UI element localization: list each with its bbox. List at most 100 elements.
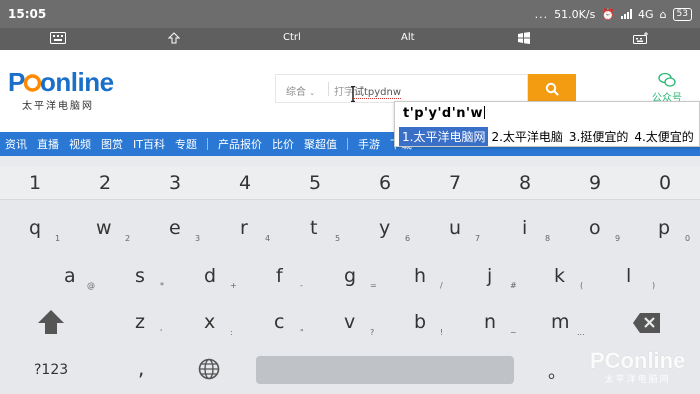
key-u[interactable]: u7 — [420, 212, 490, 248]
key-7[interactable]: 7 — [449, 172, 461, 194]
key-x[interactable]: x: — [175, 310, 245, 346]
key-6[interactable]: 6 — [379, 172, 391, 194]
key-0[interactable]: 0 — [659, 172, 671, 194]
ctrl-key[interactable]: Ctrl — [283, 32, 301, 43]
key-k[interactable]: k( — [525, 262, 595, 298]
key-l[interactable]: l) — [595, 262, 665, 298]
key-f[interactable]: f- — [245, 262, 315, 298]
nav-item[interactable]: 聚超值 — [299, 136, 342, 152]
nav-item[interactable]: 视频 — [64, 136, 96, 152]
key-y[interactable]: y6 — [350, 212, 420, 248]
key-b[interactable]: b! — [385, 310, 455, 346]
keyboard-add-icon[interactable] — [633, 32, 649, 47]
key-i[interactable]: i8 — [490, 212, 560, 248]
nav-item[interactable]: 产品报价 — [213, 136, 267, 152]
key-a[interactable]: a @ — [35, 262, 105, 298]
key-t[interactable]: t5 — [280, 212, 350, 248]
status-time: 15:05 — [8, 7, 47, 21]
search-category[interactable]: 综合 ⌄ — [286, 83, 315, 98]
ime-candidate[interactable]: 3.挺便宜的 — [566, 127, 631, 146]
nav-divider — [206, 138, 208, 150]
key-9[interactable]: 9 — [589, 172, 601, 194]
search-input[interactable]: 综合 ⌄ 打字试tpydnw — [275, 74, 528, 103]
nav-divider — [346, 138, 348, 150]
key-n[interactable]: n ~ — [455, 310, 525, 346]
watermark-subtitle: 太平洋电脑网 — [604, 375, 671, 385]
key-j[interactable]: j # — [455, 262, 525, 298]
key-toolbar: Ctrl Alt — [0, 28, 700, 50]
backspace-key[interactable] — [632, 312, 662, 334]
logo-subtitle: 太平洋电脑网 — [22, 101, 94, 112]
alarm-icon: ⏰ — [601, 7, 616, 21]
key-z[interactable]: z ' — [105, 310, 175, 346]
network-type: 4G — [638, 7, 654, 21]
ime-composition: t'p'y'd'n'w — [403, 106, 485, 121]
wifi-icon: ⌂ — [659, 7, 667, 21]
key-h[interactable]: h / — [385, 262, 455, 298]
shift-key[interactable] — [36, 308, 70, 338]
chevron-down-icon: ⌄ — [309, 89, 316, 97]
pconline-watermark: PConline 太平洋电脑网 — [590, 348, 686, 386]
key-p[interactable]: p0 — [630, 212, 700, 248]
watermark-text: PConline — [590, 348, 686, 373]
keyboard-toggle-icon[interactable] — [50, 32, 66, 47]
status-dots: ... — [534, 7, 549, 21]
key-o[interactable]: o9 — [560, 212, 630, 248]
ime-candidate-popup: t'p'y'd'n'w 1.太平洋电脑网 2.太平洋电脑 3.挺便宜的 4.太便… — [394, 101, 700, 147]
period-key[interactable]: 。 — [548, 358, 566, 384]
key-3[interactable]: 3 — [169, 172, 181, 194]
nav-item[interactable]: 比价 — [267, 136, 299, 152]
space-key[interactable] — [256, 356, 514, 384]
key-4[interactable]: 4 — [239, 172, 251, 194]
ime-candidate[interactable]: 1.太平洋电脑网 — [399, 127, 489, 146]
shift-up-icon[interactable] — [167, 32, 181, 47]
search-button[interactable] — [528, 74, 576, 103]
search-divider — [328, 82, 329, 96]
key-s[interactable]: s * — [105, 262, 175, 298]
key-1[interactable]: 1 — [29, 172, 41, 194]
key-v[interactable]: v? — [315, 310, 385, 346]
key-g[interactable]: g = — [315, 262, 385, 298]
svg-text:online: online — [40, 68, 114, 96]
backspace-icon — [633, 313, 660, 333]
key-5[interactable]: 5 — [309, 172, 321, 194]
nav-item[interactable]: IT百科 — [128, 136, 170, 152]
status-right: ... 51.0K/s ⏰ 4G ⌂ 53 — [534, 7, 692, 21]
logo-text: P online — [8, 67, 136, 101]
pconline-logo[interactable]: P online 太平洋电脑网 — [8, 67, 136, 113]
ime-candidate[interactable]: 2.太平洋电脑 — [488, 127, 565, 146]
globe-icon — [198, 358, 220, 380]
signal-icon — [621, 9, 633, 19]
key-q[interactable]: q1 — [0, 212, 70, 248]
text-cursor-icon — [351, 86, 355, 102]
nav-item[interactable]: 专题 — [170, 136, 202, 152]
key-m[interactable]: m... — [525, 310, 595, 346]
language-key[interactable] — [198, 358, 220, 384]
key-r[interactable]: r4 — [210, 212, 280, 248]
nav-item[interactable]: 直播 — [32, 136, 64, 152]
wechat-button[interactable]: 公众号 — [652, 72, 682, 104]
windows-icon[interactable] — [518, 32, 530, 47]
search-text: 打字试tpydnw — [334, 87, 402, 99]
status-bar: 15:05 ... 51.0K/s ⏰ 4G ⌂ 53 — [0, 0, 700, 28]
nav-item[interactable]: 资讯 — [0, 136, 32, 152]
ime-candidate[interactable]: 4.太便宜的 — [631, 127, 696, 146]
key-e[interactable]: e3 — [140, 212, 210, 248]
nav-item[interactable]: 手游 — [353, 136, 385, 152]
shift-icon — [38, 310, 64, 334]
alt-key[interactable]: Alt — [401, 32, 415, 43]
comma-key[interactable]: , — [138, 356, 144, 380]
key-d[interactable]: d + — [175, 262, 245, 298]
key-2[interactable]: 2 — [99, 172, 111, 194]
search-icon — [545, 82, 559, 96]
ime-caret — [483, 106, 485, 119]
key-8[interactable]: 8 — [519, 172, 531, 194]
screen: 15:05 ... 51.0K/s ⏰ 4G ⌂ 53 Ctrl Alt P o… — [0, 0, 700, 394]
network-speed: 51.0K/s — [554, 7, 596, 21]
nav-item[interactable]: 图赏 — [96, 136, 128, 152]
ime-candidate-list: 1.太平洋电脑网 2.太平洋电脑 3.挺便宜的 4.太便宜的 5 — [399, 127, 700, 146]
symbols-key[interactable]: ?123 — [34, 362, 68, 378]
key-w[interactable]: w2 — [70, 212, 140, 248]
battery-icon: 53 — [672, 7, 692, 21]
key-c[interactable]: c " — [245, 310, 315, 346]
